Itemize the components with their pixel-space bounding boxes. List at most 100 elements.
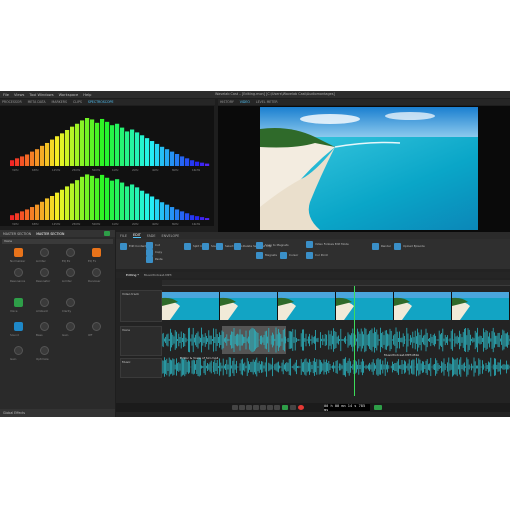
effect-knob[interactable] <box>40 298 49 307</box>
effect-label: Limiter <box>36 259 46 263</box>
tab-processor[interactable]: PROCESSOR <box>2 100 22 104</box>
ribbon-button-label[interactable]: Edit Content <box>129 244 146 248</box>
effect-knob[interactable] <box>14 268 23 277</box>
video-thumbnail[interactable] <box>278 292 336 320</box>
menu-views[interactable]: Views <box>14 93 24 97</box>
spectrum-bar <box>140 190 145 220</box>
effect-knob[interactable] <box>66 248 75 257</box>
ribbon-icon[interactable] <box>216 243 223 250</box>
effect-knob[interactable] <box>14 322 23 331</box>
spectrum-bar <box>100 118 105 166</box>
tab-video[interactable]: VIDEO <box>240 100 250 104</box>
ribbon-icon[interactable] <box>306 252 313 259</box>
go-to-start-button[interactable] <box>232 405 238 410</box>
track-header-video[interactable]: Video track <box>120 290 162 322</box>
ribbon-icon[interactable] <box>280 252 287 259</box>
ribbon-button-label[interactable]: Video Follows Edit Mode <box>315 242 349 246</box>
ribbon-icon[interactable] <box>306 241 313 248</box>
previous-marker-button[interactable] <box>246 405 252 410</box>
tab-master-section-2[interactable]: MASTER SECTION <box>36 232 64 236</box>
tab-meta-data[interactable]: META DATA <box>28 100 46 104</box>
spectrum-bar <box>120 127 125 166</box>
effect-knob[interactable] <box>14 346 23 355</box>
spectrum-bar <box>185 158 190 166</box>
track-name-video: Video track <box>122 292 139 296</box>
tab-clips[interactable]: CLIPS <box>73 100 82 104</box>
ribbon-button-label[interactable]: Magnets <box>265 253 277 257</box>
video-thumbnail[interactable] <box>336 292 394 320</box>
ribbon-icon[interactable] <box>256 242 263 249</box>
ribbon-icon[interactable] <box>146 249 153 256</box>
tab-history[interactable]: HISTORY <box>220 100 234 104</box>
audio-montage-editor: FILE EDIT FADE ENVELOPE Edit Content Cut C… <box>116 232 510 417</box>
video-thumbnail[interactable] <box>220 292 278 320</box>
record-button[interactable] <box>298 405 304 410</box>
pause-button[interactable] <box>290 405 296 410</box>
ribbon-button-label[interactable]: Paste <box>155 257 163 261</box>
menu-file[interactable]: File <box>3 93 9 97</box>
effect-knob[interactable] <box>40 346 49 355</box>
ribbon-button-label[interactable]: Upload Episode <box>403 244 425 248</box>
effect-knob[interactable] <box>66 298 75 307</box>
spectrum-bar <box>170 151 175 166</box>
tab-envelope[interactable]: ENVELOPE <box>162 234 180 238</box>
effect-knob[interactable] <box>40 322 49 331</box>
ribbon-icon[interactable] <box>372 243 379 250</box>
effect-knob[interactable] <box>40 268 49 277</box>
effect-knob[interactable] <box>14 248 23 257</box>
effect-knob[interactable] <box>92 322 101 331</box>
ribbon-icon[interactable] <box>146 242 153 249</box>
ribbon-button-label[interactable]: Cut <box>155 243 160 247</box>
effect-knob[interactable] <box>66 268 75 277</box>
menu-workspace[interactable]: Workspace <box>59 93 79 97</box>
ribbon-icon[interactable] <box>202 243 209 250</box>
effect-knob[interactable] <box>14 298 23 307</box>
tab-markers[interactable]: MARKERS <box>52 100 68 104</box>
tab-level-meter[interactable]: LEVEL METER <box>256 100 278 104</box>
stop-button[interactable] <box>274 405 280 410</box>
effect-knob[interactable] <box>92 248 101 257</box>
effect-knob[interactable] <box>66 322 75 331</box>
playhead-cursor[interactable] <box>354 286 355 396</box>
play-button[interactable] <box>282 405 288 410</box>
tab-music-podcast[interactable]: MusicPodcast-MP3 <box>144 273 172 277</box>
video-thumbnail[interactable] <box>394 292 452 320</box>
rewind-button[interactable] <box>239 405 245 410</box>
audio-waveforms[interactable] <box>162 326 510 381</box>
tab-master-section-1[interactable]: MASTER SECTION <box>3 232 31 236</box>
video-thumbnail[interactable] <box>452 292 510 320</box>
ribbon-button-label[interactable]: Cursor <box>289 253 298 257</box>
menu-tool-windows[interactable]: Tool Windows <box>29 93 53 97</box>
spectrum-bar <box>175 209 180 220</box>
tab-edit[interactable]: EDIT <box>132 233 141 238</box>
track-header-voice[interactable]: Voice <box>120 326 162 356</box>
effect-knob[interactable] <box>40 248 49 257</box>
menu-help[interactable]: Help <box>83 93 91 97</box>
tab-spectroscope[interactable]: SPECTROSCOPE <box>88 100 114 104</box>
spectrum-bar <box>10 215 15 220</box>
power-icon[interactable] <box>104 231 110 236</box>
ribbon-button-label[interactable]: Render <box>381 244 391 248</box>
spectrum-bar <box>90 119 95 166</box>
track-header-music[interactable]: Music <box>120 358 162 378</box>
loop-button[interactable] <box>267 405 273 410</box>
ribbon-button-label[interactable]: Copy <box>155 250 162 254</box>
ribbon-icon[interactable] <box>120 243 127 250</box>
ribbon-button-label[interactable]: Snap to Magnets <box>265 243 289 247</box>
spectrum-bar <box>135 187 140 220</box>
fast-forward-button[interactable] <box>260 405 266 410</box>
tab-fade[interactable]: FADE <box>147 234 156 238</box>
video-thumbnail[interactable] <box>162 292 220 320</box>
ribbon-icon[interactable] <box>256 252 263 259</box>
ribbon-icon[interactable] <box>146 256 153 263</box>
ribbon-icon[interactable] <box>394 243 401 250</box>
effect-knob[interactable] <box>92 268 101 277</box>
tab-editing[interactable]: Editing * <box>126 273 139 277</box>
spectrum-bar <box>80 176 85 220</box>
ribbon-button-label[interactable]: Cur Point <box>315 253 328 257</box>
next-marker-button[interactable] <box>253 405 259 410</box>
tab-file[interactable]: FILE <box>120 234 127 238</box>
ribbon-icon[interactable] <box>234 243 241 250</box>
timeline-ruler[interactable] <box>162 280 510 286</box>
ribbon-icon[interactable] <box>184 243 191 250</box>
